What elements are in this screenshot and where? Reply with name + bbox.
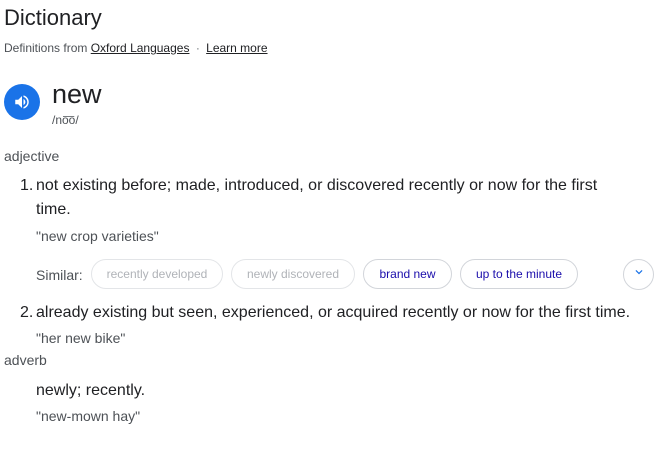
sense-definition-1: not existing before; made, introduced, o… — [36, 177, 598, 218]
similar-label: Similar: — [36, 267, 83, 283]
separator-dot: · — [195, 41, 200, 55]
adverb-example: "new-mown hay" — [36, 408, 141, 424]
learn-more-link[interactable]: Learn more — [206, 41, 267, 55]
headword: new — [52, 79, 102, 109]
expand-similar-button[interactable] — [623, 259, 654, 290]
source-line: Definitions from Oxford Languages · Lear… — [4, 40, 268, 56]
similar-chip-newly-discovered[interactable]: newly discovered — [231, 259, 355, 289]
phonetic-spelling: /no͞o/ — [52, 113, 79, 127]
speaker-icon — [13, 93, 31, 111]
similar-chip-brand-new[interactable]: brand new — [363, 259, 452, 289]
sense-example-2: "her new bike" — [36, 330, 126, 346]
adverb-definition: newly; recently. — [36, 382, 146, 399]
similar-chip-recently-developed[interactable]: recently developed — [91, 259, 223, 289]
source-prefix: Definitions from — [4, 41, 88, 55]
oxford-languages-link[interactable]: Oxford Languages — [91, 41, 190, 55]
sense-example-1: "new crop varieties" — [36, 228, 159, 244]
similar-chip-up-to-the-minute[interactable]: up to the minute — [460, 259, 578, 289]
pronunciation-play-button[interactable] — [4, 84, 40, 120]
page-title: Dictionary — [4, 5, 102, 30]
chevron-down-icon — [632, 265, 646, 284]
sense-number-1: 1. — [20, 177, 34, 194]
part-of-speech-adverb: adverb — [4, 352, 47, 368]
part-of-speech-adjective: adjective — [4, 148, 60, 164]
sense-definition-2: already existing but seen, experienced, … — [36, 304, 631, 321]
sense-number-2: 2. — [20, 304, 34, 321]
